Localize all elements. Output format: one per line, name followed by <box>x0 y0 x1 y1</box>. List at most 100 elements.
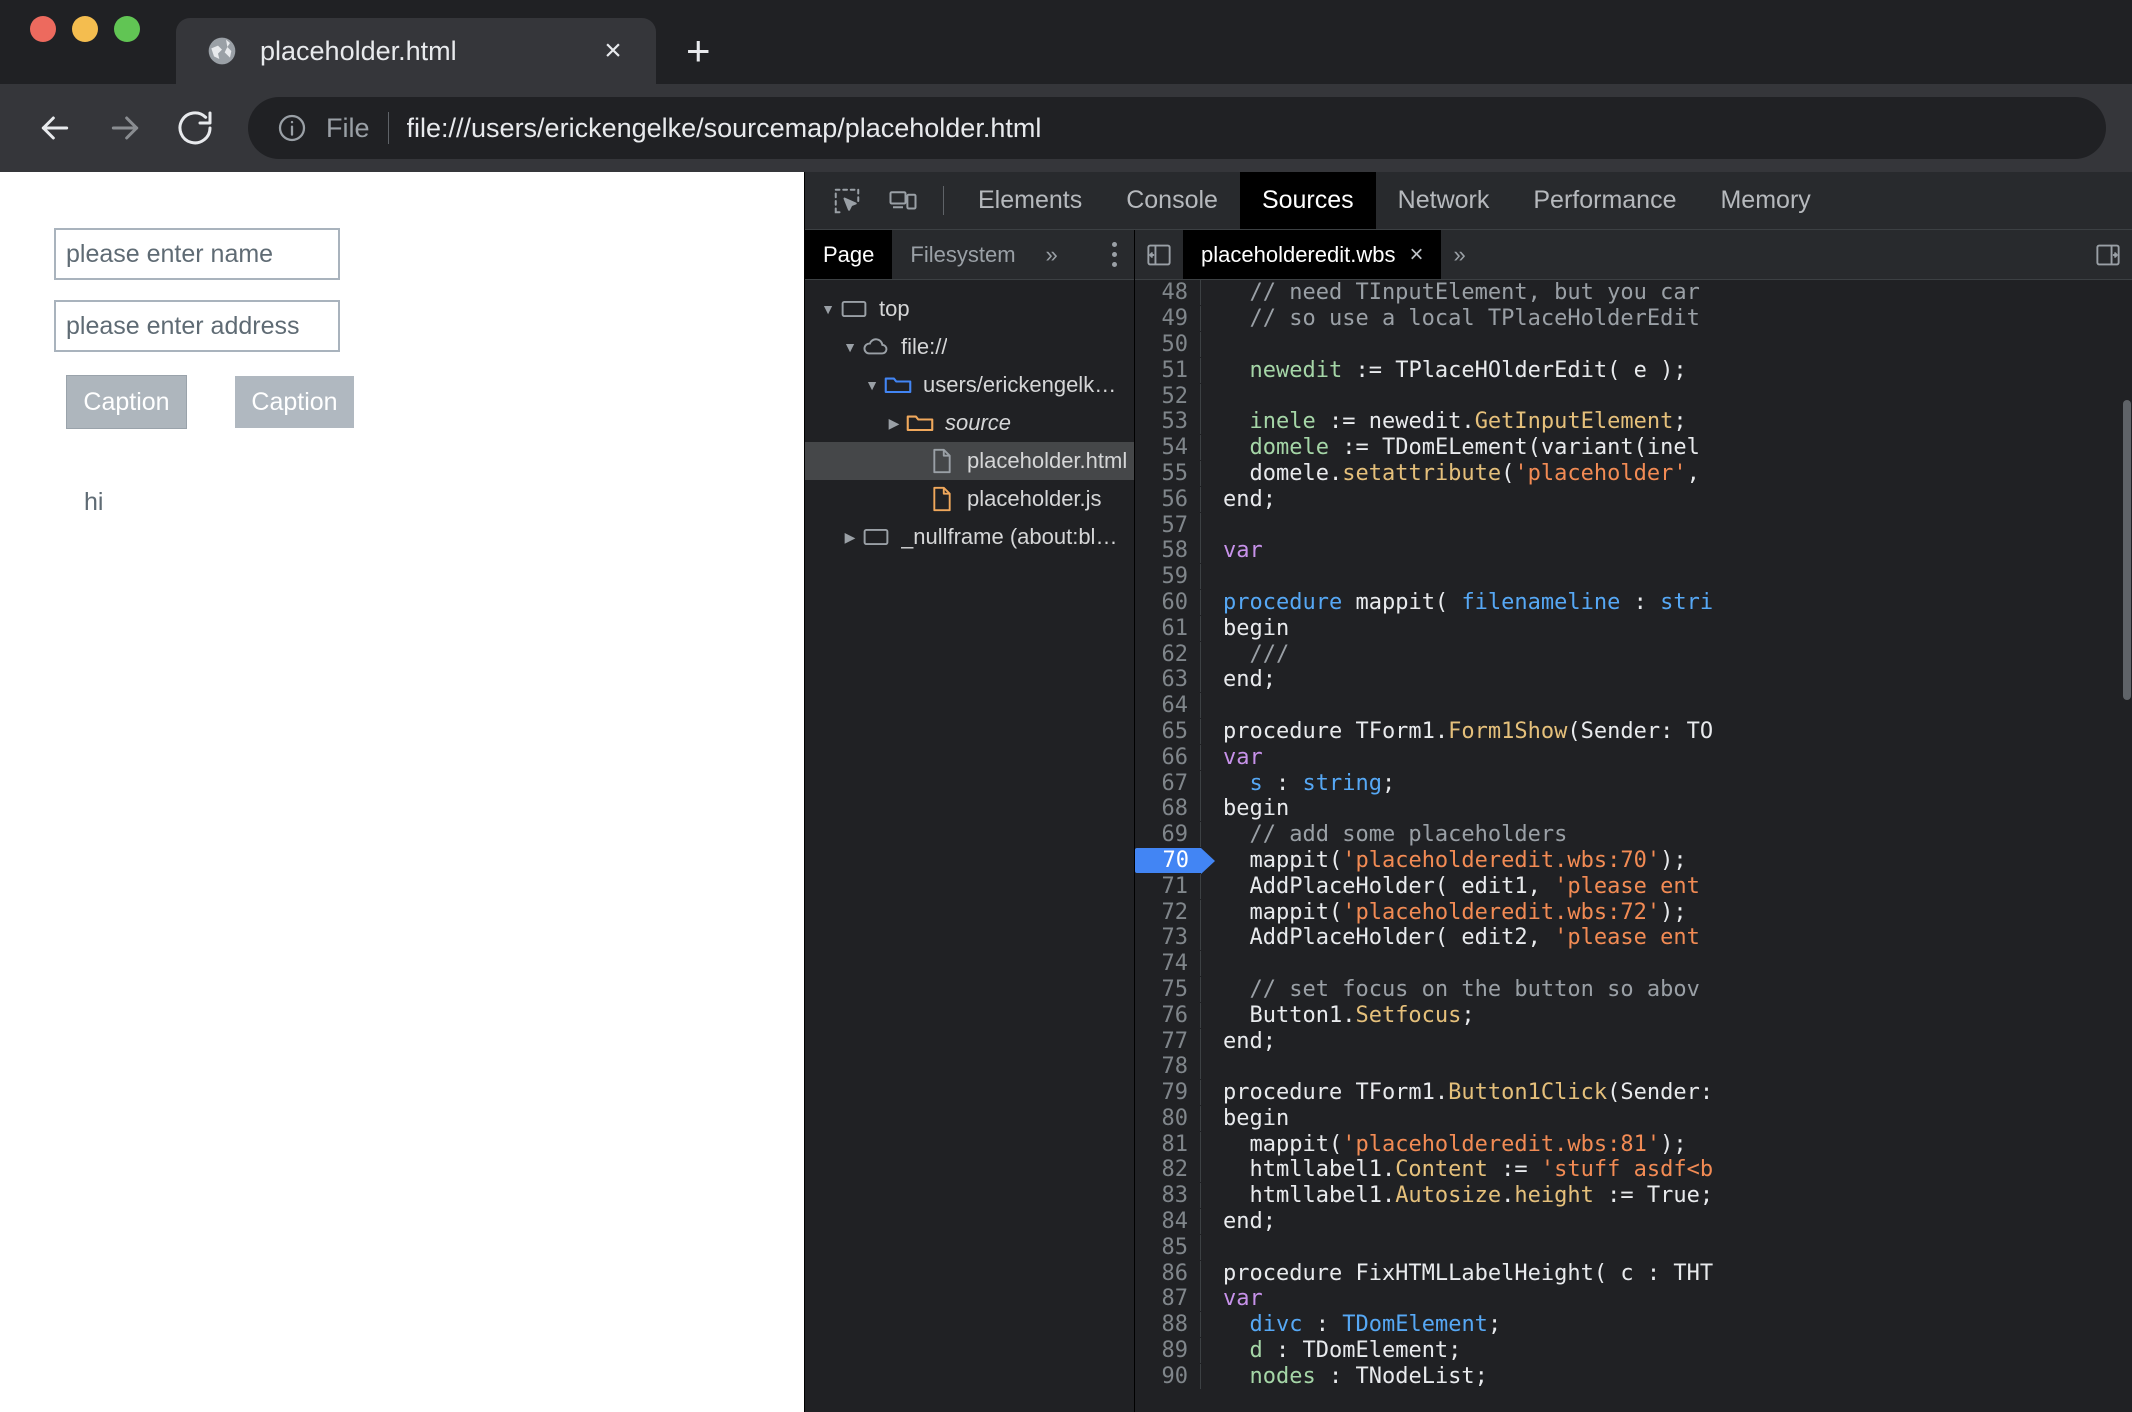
tree-item-file-scheme[interactable]: ▼ file:// <box>805 328 1134 366</box>
maximize-window-button[interactable] <box>114 16 140 42</box>
line-number[interactable]: 89 <box>1135 1338 1201 1364</box>
tree-item-placeholder-js[interactable]: placeholder.js <box>805 480 1134 518</box>
scrollbar-thumb[interactable] <box>2123 400 2131 700</box>
line-number[interactable]: 86 <box>1135 1260 1201 1286</box>
close-icon[interactable]: × <box>1409 242 1423 267</box>
forward-button[interactable] <box>94 97 156 159</box>
chevron-down-icon[interactable]: ▼ <box>817 301 839 317</box>
code-line[interactable]: 63 end; <box>1135 667 2132 693</box>
code-line[interactable]: 61 begin <box>1135 615 2132 641</box>
tree-item-top[interactable]: ▼ top <box>805 290 1134 328</box>
line-number[interactable]: 58 <box>1135 538 1201 564</box>
code-line[interactable]: 69 // add some placeholders <box>1135 822 2132 848</box>
line-number[interactable]: 69 <box>1135 822 1201 848</box>
code-line[interactable]: 53 inele := newedit.GetInputElement; <box>1135 409 2132 435</box>
line-number[interactable]: 48 <box>1135 280 1201 306</box>
line-number[interactable]: 49 <box>1135 306 1201 332</box>
line-number[interactable]: 83 <box>1135 1183 1201 1209</box>
code-line[interactable]: 56 end; <box>1135 486 2132 512</box>
line-number[interactable]: 78 <box>1135 1054 1201 1080</box>
code-line[interactable]: 50 <box>1135 331 2132 358</box>
code-line[interactable]: 65 procedure TForm1.Form1Show(Sender: TO <box>1135 718 2132 745</box>
panel-expand-right-icon[interactable] <box>2084 230 2132 279</box>
code-line[interactable]: 73 AddPlaceHolder( edit2, 'please ent <box>1135 925 2132 951</box>
code-line[interactable]: 71 AddPlaceHolder( edit1, 'please ent <box>1135 873 2132 899</box>
code-line[interactable]: 60 procedure mappit( filenameline : stri <box>1135 589 2132 616</box>
panel-collapse-left-icon[interactable] <box>1135 230 1183 279</box>
close-window-button[interactable] <box>30 16 56 42</box>
line-number[interactable]: 62 <box>1135 641 1201 667</box>
line-number[interactable]: 81 <box>1135 1131 1201 1157</box>
url-text[interactable]: file:///users/erickengelke/sourcemap/pla… <box>407 113 1042 144</box>
line-number[interactable]: 51 <box>1135 357 1201 383</box>
line-number[interactable]: 64 <box>1135 693 1201 719</box>
chevron-down-icon[interactable]: ▼ <box>839 339 861 355</box>
line-number[interactable]: 74 <box>1135 951 1201 977</box>
code-line[interactable]: 75 // set focus on the button so abov <box>1135 976 2132 1003</box>
line-number[interactable]: 68 <box>1135 796 1201 822</box>
code-line[interactable]: 81 mappit('placeholderedit.wbs:81'); <box>1135 1131 2132 1157</box>
code-line[interactable]: 70 mappit('placeholderedit.wbs:70'); <box>1135 847 2132 874</box>
browser-tab[interactable]: placeholder.html × <box>176 18 656 84</box>
line-number[interactable]: 84 <box>1135 1209 1201 1235</box>
line-number[interactable]: 67 <box>1135 770 1201 796</box>
code-line[interactable]: 84 end; <box>1135 1209 2132 1235</box>
line-number[interactable]: 56 <box>1135 486 1201 512</box>
code-line[interactable]: 58 var <box>1135 538 2132 564</box>
line-number[interactable]: 50 <box>1135 331 1201 357</box>
tab-sources[interactable]: Sources <box>1239 172 1376 229</box>
line-number[interactable]: 66 <box>1135 744 1201 770</box>
code-line[interactable]: 51 newedit := TPlaceHOlderEdit( e ); <box>1135 357 2132 383</box>
line-number[interactable]: 82 <box>1135 1157 1201 1183</box>
subtab-filesystem[interactable]: Filesystem <box>892 230 1033 279</box>
line-number[interactable]: 87 <box>1135 1286 1201 1312</box>
back-button[interactable] <box>24 97 86 159</box>
tab-performance[interactable]: Performance <box>1511 172 1698 229</box>
code-line[interactable]: 57 <box>1135 512 2132 538</box>
line-number[interactable]: 85 <box>1135 1234 1201 1260</box>
line-number[interactable]: 88 <box>1135 1312 1201 1338</box>
address-bar[interactable]: File file:///users/erickengelke/sourcema… <box>248 97 2106 159</box>
kebab-menu-icon[interactable] <box>1094 230 1134 279</box>
minimize-window-button[interactable] <box>72 16 98 42</box>
tree-item-placeholder-html[interactable]: placeholder.html <box>805 442 1134 480</box>
code-line[interactable]: 87 var <box>1135 1286 2132 1312</box>
line-number[interactable]: 65 <box>1135 718 1201 744</box>
code-line[interactable]: 52 <box>1135 383 2132 409</box>
code-line[interactable]: 80 begin <box>1135 1105 2132 1132</box>
code-line[interactable]: 88 divc : TDomElement; <box>1135 1312 2132 1338</box>
tab-elements[interactable]: Elements <box>956 172 1104 229</box>
code-line[interactable]: 59 <box>1135 564 2132 590</box>
editor-scrollbar[interactable] <box>2122 280 2132 1412</box>
address-input[interactable] <box>54 300 340 352</box>
code-line[interactable]: 72 mappit('placeholderedit.wbs:72'); <box>1135 899 2132 925</box>
code-line[interactable]: 79 procedure TForm1.Button1Click(Sender: <box>1135 1080 2132 1106</box>
code-line[interactable]: 77 end; <box>1135 1028 2132 1054</box>
line-number[interactable]: 70 <box>1135 847 1215 874</box>
inspect-element-icon[interactable] <box>819 172 875 229</box>
line-number[interactable]: 57 <box>1135 512 1201 538</box>
editor-tab-placeholderedit[interactable]: placeholderedit.wbs × <box>1183 230 1442 279</box>
code-line[interactable]: 74 <box>1135 951 2132 977</box>
code-line[interactable]: 66 var <box>1135 744 2132 770</box>
subtab-page[interactable]: Page <box>805 230 893 279</box>
chevron-down-icon[interactable]: ▼ <box>861 377 883 393</box>
code-line[interactable]: 85 <box>1135 1234 2132 1260</box>
code-line[interactable]: 54 domele := TDomELement(variant(inel <box>1135 435 2132 461</box>
line-number[interactable]: 61 <box>1135 615 1201 641</box>
line-number[interactable]: 53 <box>1135 409 1201 435</box>
close-icon[interactable]: × <box>596 36 630 66</box>
tree-item-folder-sourcemap[interactable]: ▼ users/erickengelke/sourcemap <box>805 366 1134 404</box>
device-toolbar-icon[interactable] <box>875 172 931 229</box>
code-line[interactable]: 68 begin <box>1135 796 2132 822</box>
line-number[interactable]: 72 <box>1135 899 1201 925</box>
code-line[interactable]: 89 d : TDomElement; <box>1135 1338 2132 1364</box>
line-number[interactable]: 77 <box>1135 1028 1201 1054</box>
line-number[interactable]: 73 <box>1135 925 1201 951</box>
more-tabs-icon[interactable]: » <box>1441 230 1477 279</box>
name-input[interactable] <box>54 228 340 280</box>
code-line[interactable]: 62 /// <box>1135 641 2132 667</box>
tab-network[interactable]: Network <box>1376 172 1512 229</box>
tab-console[interactable]: Console <box>1104 172 1240 229</box>
line-number[interactable]: 63 <box>1135 667 1201 693</box>
